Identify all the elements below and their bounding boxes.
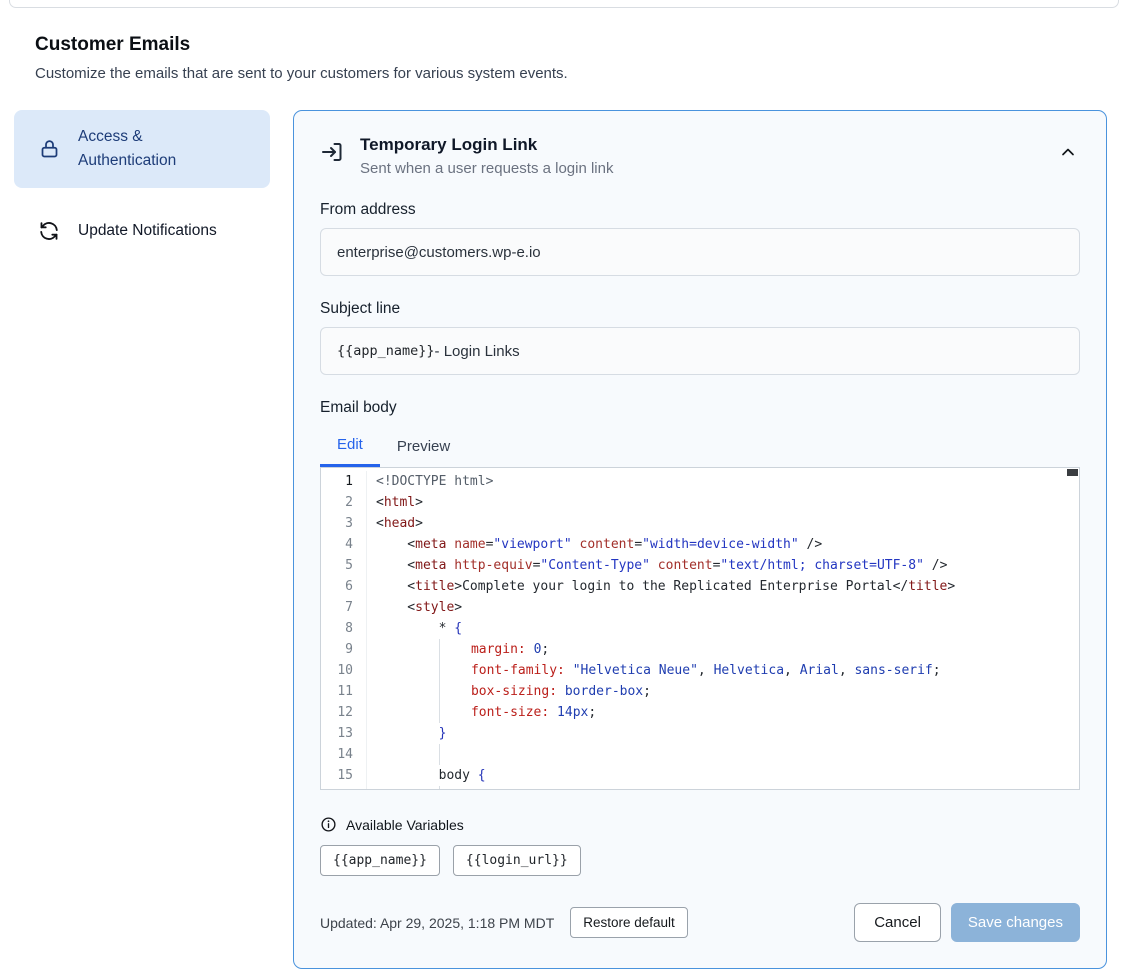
line-number: 6 — [321, 576, 367, 597]
panel-title: Temporary Login Link — [360, 135, 613, 155]
code-line: 1<!DOCTYPE html> — [321, 471, 1079, 492]
page-subtitle: Customize the emails that are sent to yo… — [35, 65, 1093, 82]
line-number: 5 — [321, 555, 367, 576]
code-line: 16 background-color: #f8f9f9; — [321, 786, 1079, 790]
line-number: 13 — [321, 723, 367, 744]
subject-line-value-variable: {{app_name}} — [337, 343, 435, 359]
from-address-label: From address — [320, 201, 1080, 219]
from-address-input[interactable]: enterprise@customers.wp-e.io — [320, 228, 1080, 276]
subject-line-input[interactable]: {{app_name}} - Login Links — [320, 327, 1080, 375]
page-title: Customer Emails — [35, 34, 1093, 56]
email-body-label: Email body — [320, 399, 1080, 417]
login-icon — [320, 140, 344, 164]
code-lines: 1<!DOCTYPE html>2<html>3<head>4 <meta na… — [321, 471, 1079, 790]
sync-icon — [38, 220, 60, 242]
subject-line-label: Subject line — [320, 300, 1080, 318]
line-number: 1 — [321, 471, 367, 492]
code-line: 2<html> — [321, 492, 1079, 513]
previous-section-edge — [9, 0, 1119, 8]
line-number: 9 — [321, 639, 367, 660]
available-variables-row: Available Variables — [320, 816, 1080, 833]
code-line: 14 — [321, 744, 1079, 765]
subject-line-value-text: - Login Links — [435, 343, 520, 360]
sidebar-item-update-notifications[interactable]: Update Notifications — [14, 204, 270, 258]
line-number: 8 — [321, 618, 367, 639]
variable-chip-login-url[interactable]: {{login_url}} — [453, 845, 581, 876]
lock-icon — [38, 138, 60, 160]
panel-subtitle: Sent when a user requests a login link — [360, 160, 613, 177]
code-line: 4 <meta name="viewport" content="width=d… — [321, 534, 1079, 555]
email-types-sidebar: Access & Authentication Update Notificat… — [14, 110, 270, 258]
from-address-value: enterprise@customers.wp-e.io — [337, 244, 541, 261]
sidebar-item-access-authentication[interactable]: Access & Authentication — [14, 110, 270, 188]
code-line: 9 margin: 0; — [321, 639, 1079, 660]
code-line: 10 font-family: "Helvetica Neue", Helvet… — [321, 660, 1079, 681]
code-line: 7 <style> — [321, 597, 1079, 618]
panel-footer: Updated: Apr 29, 2025, 1:18 PM MDT Resto… — [320, 903, 1080, 942]
save-changes-button[interactable]: Save changes — [951, 903, 1080, 942]
chevron-up-icon — [1058, 142, 1080, 162]
line-number: 2 — [321, 492, 367, 513]
info-icon — [320, 816, 337, 833]
code-line: 15 body { — [321, 765, 1079, 786]
code-line: 6 <title>Complete your login to the Repl… — [321, 576, 1079, 597]
email-body-code-editor[interactable]: 1<!DOCTYPE html>2<html>3<head>4 <meta na… — [320, 467, 1080, 790]
page-header: Customer Emails Customize the emails tha… — [35, 34, 1093, 82]
line-number: 7 — [321, 597, 367, 618]
line-number: 3 — [321, 513, 367, 534]
editor-tabs: Edit Preview — [320, 430, 1080, 467]
sidebar-item-label: Access & Authentication — [78, 125, 220, 173]
line-number: 15 — [321, 765, 367, 786]
line-number: 10 — [321, 660, 367, 681]
editor-scrollbar-thumb[interactable] — [1067, 469, 1078, 476]
panel-header-text: Temporary Login Link Sent when a user re… — [360, 135, 613, 177]
tab-edit[interactable]: Edit — [320, 430, 380, 467]
cancel-button[interactable]: Cancel — [854, 903, 941, 942]
code-line: 8 * { — [321, 618, 1079, 639]
line-number: 14 — [321, 744, 367, 765]
tab-preview[interactable]: Preview — [380, 430, 467, 467]
panel-header: Temporary Login Link Sent when a user re… — [320, 135, 1080, 177]
line-number: 12 — [321, 702, 367, 723]
available-variables-label: Available Variables — [346, 817, 464, 833]
code-line: 3<head> — [321, 513, 1079, 534]
code-line: 11 box-sizing: border-box; — [321, 681, 1079, 702]
collapse-panel-button[interactable] — [1058, 141, 1080, 163]
code-line: 13 } — [321, 723, 1079, 744]
updated-timestamp: Updated: Apr 29, 2025, 1:18 PM MDT — [320, 915, 554, 931]
restore-default-button[interactable]: Restore default — [570, 907, 688, 938]
code-line: 5 <meta http-equiv="Content-Type" conten… — [321, 555, 1079, 576]
variable-chip-app-name[interactable]: {{app_name}} — [320, 845, 440, 876]
code-line: 12 font-size: 14px; — [321, 702, 1079, 723]
line-number: 4 — [321, 534, 367, 555]
sidebar-item-label: Update Notifications — [78, 219, 217, 243]
line-number: 16 — [321, 786, 367, 790]
variable-chips: {{app_name}} {{login_url}} — [320, 845, 1080, 876]
temporary-login-link-panel: Temporary Login Link Sent when a user re… — [293, 110, 1107, 969]
line-number: 11 — [321, 681, 367, 702]
